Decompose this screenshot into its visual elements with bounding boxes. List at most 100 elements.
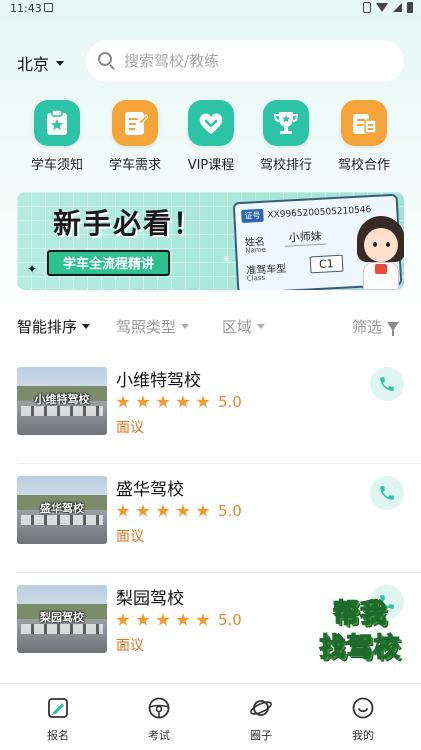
filter-button-label: 筛选 — [352, 318, 383, 336]
quick-nav-item-ranking[interactable]: 驾校排行 — [246, 100, 326, 173]
battery-icon — [407, 2, 413, 13]
tab-community[interactable]: 圈子 — [231, 696, 291, 743]
license-tag: 证号 — [241, 208, 264, 223]
quick-nav-label: 驾校排行 — [259, 158, 312, 173]
signal-icon — [393, 3, 402, 12]
license-name-label-en: Name — [245, 245, 267, 255]
chevron-down-icon — [257, 324, 266, 329]
star-icon — [116, 504, 130, 517]
city-label: 北京 — [17, 55, 50, 74]
find-school-floating-button[interactable]: 帮我 找驾校 — [304, 592, 416, 670]
rating-value: 5.0 — [218, 502, 242, 520]
trophy-icon — [263, 100, 309, 146]
call-button[interactable] — [370, 476, 404, 510]
sparkle-icon: ✦ — [27, 262, 38, 276]
wifi-icon — [376, 3, 388, 12]
search-input[interactable] — [124, 52, 384, 70]
star-icon — [156, 395, 170, 408]
signup-icon — [48, 698, 68, 718]
steering-wheel-icon — [148, 697, 170, 719]
girl-illustration — [353, 216, 404, 290]
rating-value: 5.0 — [218, 393, 242, 411]
tab-label: 考试 — [148, 729, 170, 742]
vip-heart-icon — [188, 100, 234, 146]
tab-label: 我的 — [352, 729, 374, 742]
quick-nav-item-notice[interactable]: 学车须知 — [17, 100, 97, 173]
vibrate-icon — [363, 2, 371, 13]
promo-line-2: 找驾校 — [319, 632, 401, 664]
city-selector[interactable]: 北京 — [17, 51, 65, 75]
quick-nav-label: VIP课程 — [187, 158, 235, 173]
thumbnail-label: 小维特驾校 — [34, 393, 90, 406]
school-thumbnail: 梨园驾校 — [17, 585, 107, 653]
smiley-icon — [352, 697, 374, 719]
filter-sort[interactable]: 智能排序 — [17, 316, 91, 337]
star-icon — [176, 613, 190, 626]
star-icon — [196, 395, 210, 408]
banner-subtitle: 学车全流程精讲 — [47, 250, 171, 276]
school-list-item[interactable]: 盛华驾校 盛华驾校 5.0 面议 — [0, 465, 421, 573]
tab-mine[interactable]: 我的 — [333, 696, 393, 743]
school-price: 面议 — [116, 529, 144, 545]
school-price: 面议 — [116, 420, 144, 436]
status-time: 11:43 — [10, 2, 42, 15]
rating-value: 5.0 — [218, 611, 242, 629]
star-icon — [116, 395, 130, 408]
clipboard-star-icon — [34, 100, 80, 146]
quick-nav-label: 学车需求 — [108, 158, 161, 173]
funnel-icon — [387, 322, 400, 336]
tab-label: 报名 — [47, 729, 69, 742]
quick-nav-label: 学车须知 — [30, 158, 83, 173]
tab-label: 圈子 — [250, 729, 272, 742]
star-icon — [136, 613, 150, 626]
school-name: 梨园驾校 — [116, 589, 184, 609]
school-rating: 5.0 — [116, 393, 242, 411]
filter-license-type[interactable]: 驾照类型 — [116, 316, 190, 337]
school-list-item[interactable]: 小维特驾校 小维特驾校 5.0 面议 — [0, 356, 421, 464]
quick-nav-item-vip[interactable]: VIP课程 — [171, 100, 251, 173]
notification-icon — [44, 3, 53, 12]
tab-signup[interactable]: 报名 — [28, 696, 88, 743]
status-icons — [363, 2, 413, 13]
promo-line-1: 帮我 — [332, 598, 387, 630]
filter-license-type-label: 驾照类型 — [116, 318, 177, 336]
license-class-label-en: Class — [246, 273, 266, 283]
search-icon — [98, 52, 116, 70]
status-bar: 11:43 — [0, 0, 421, 18]
header: 北京 — [0, 40, 421, 84]
chevron-down-icon — [56, 60, 65, 66]
chevron-down-icon — [82, 324, 91, 329]
school-name: 盛华驾校 — [116, 480, 184, 500]
filter-sort-label: 智能排序 — [17, 318, 78, 336]
quick-nav-label: 驾校合作 — [337, 158, 390, 173]
school-rating: 5.0 — [116, 502, 242, 520]
star-icon — [176, 395, 190, 408]
star-icon — [136, 504, 150, 517]
star-icon — [156, 613, 170, 626]
phone-icon — [380, 377, 394, 391]
search-bar[interactable] — [86, 40, 404, 82]
star-icon — [196, 504, 210, 517]
call-button[interactable] — [370, 367, 404, 401]
school-thumbnail: 盛华驾校 — [17, 476, 107, 544]
bottom-tab-bar: 报名 考试 圈子 我的 — [0, 683, 421, 750]
thumbnail-label: 梨园驾校 — [40, 611, 84, 624]
promo-banner[interactable]: 新手必看！ 学车全流程精讲 ✦ ✦ 证号 XX9965200505210546 … — [17, 192, 404, 290]
license-name-value: 小师妹 — [284, 227, 327, 247]
row-divider — [17, 463, 421, 464]
quick-nav-item-demand[interactable]: 学车需求 — [95, 100, 175, 173]
filter-button[interactable]: 筛选 — [352, 316, 400, 337]
star-icon — [136, 395, 150, 408]
notepad-pen-icon — [112, 100, 158, 146]
row-divider — [17, 572, 421, 573]
school-thumbnail: 小维特驾校 — [17, 367, 107, 435]
filter-bar: 智能排序 驾照类型 区域 筛选 — [0, 310, 421, 344]
tab-exam[interactable]: 考试 — [129, 696, 189, 743]
banner-title: 新手必看！ — [53, 207, 204, 240]
sparkle-icon: ✦ — [222, 254, 231, 265]
thumbnail-label: 盛华驾校 — [40, 502, 84, 515]
filter-region[interactable]: 区域 — [222, 316, 266, 337]
phone-icon — [380, 486, 394, 500]
cooperation-card-icon — [341, 100, 387, 146]
quick-nav-item-cooperation[interactable]: 驾校合作 — [324, 100, 404, 173]
